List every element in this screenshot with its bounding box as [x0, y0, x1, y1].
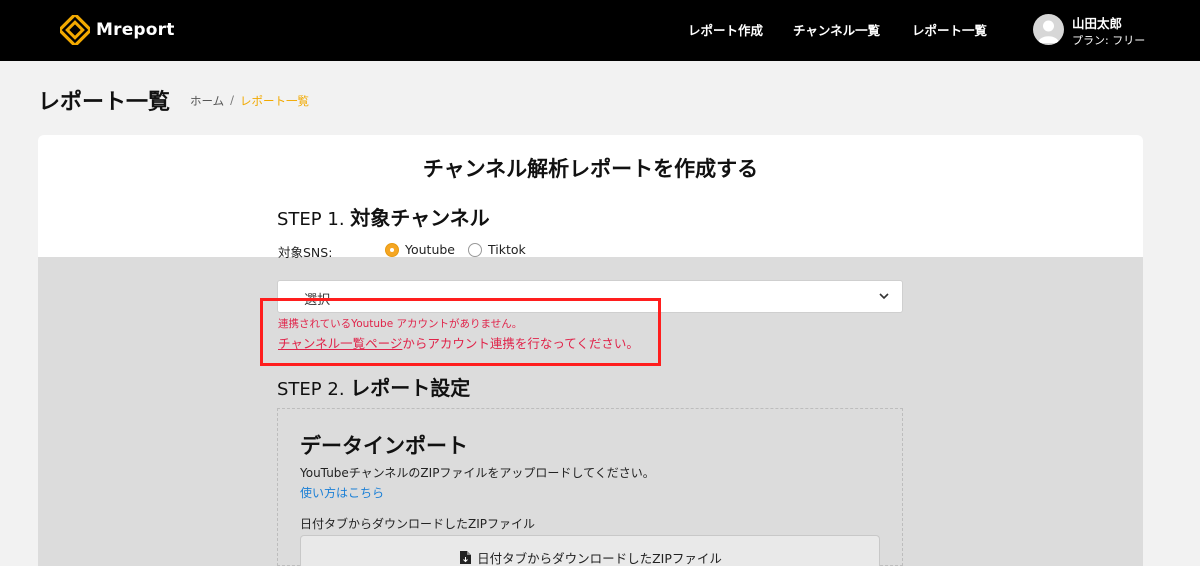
- logo-text: Mreport: [96, 20, 175, 40]
- card-title: チャンネル解析レポートを作成する: [422, 157, 759, 181]
- page-title: レポート一覧: [38, 90, 171, 115]
- breadcrumb-home[interactable]: ホーム: [190, 93, 224, 109]
- user-plan: プラン: フリー: [1072, 34, 1146, 47]
- error-instruction-text: からアカウント連携を行なってください。: [402, 336, 639, 351]
- radio-tiktok[interactable]: [468, 243, 482, 257]
- breadcrumb-separator: /: [230, 93, 235, 107]
- step1-title: 対象チャンネル: [350, 206, 490, 230]
- nav-report-list[interactable]: レポート一覧: [912, 20, 987, 40]
- radio-youtube-label[interactable]: Youtube: [405, 242, 455, 257]
- error-message: 連携されているYoutube アカウントがありません。: [278, 318, 523, 330]
- user-icon: [1038, 20, 1059, 43]
- step2-title: レポート設定: [350, 376, 471, 400]
- sns-label: 対象SNS:: [278, 245, 333, 260]
- channel-list-link[interactable]: チャンネル一覧ページ: [278, 336, 402, 351]
- avatar[interactable]: [1033, 14, 1064, 45]
- nav-channel-list[interactable]: チャンネル一覧: [793, 20, 880, 40]
- logo-icon: [60, 15, 90, 45]
- nav-create-report[interactable]: レポート作成: [688, 20, 763, 40]
- breadcrumb: ホーム / レポート一覧: [190, 93, 309, 109]
- breadcrumb-current: レポート一覧: [240, 94, 310, 108]
- import-description: YouTubeチャンネルのZIPファイルをアップロードしてください。: [300, 466, 655, 480]
- step2-heading: STEP 2. レポート設定: [277, 372, 470, 401]
- logo[interactable]: Mreport: [60, 15, 175, 45]
- zip-upload-button-label: 日付タブからダウンロードしたZIPファイル: [477, 551, 722, 566]
- error-instruction: チャンネル一覧ページからアカウント連携を行なってください。: [278, 333, 639, 352]
- step1-number: STEP 1.: [277, 209, 345, 230]
- import-title: データインポート: [300, 434, 468, 458]
- radio-tiktok-label[interactable]: Tiktok: [488, 242, 526, 257]
- file-icon: [460, 551, 472, 564]
- chevron-down-icon: [879, 293, 889, 300]
- radio-youtube[interactable]: [385, 243, 399, 257]
- zip-field-label: 日付タブからダウンロードしたZIPファイル: [300, 517, 535, 531]
- top-navbar: Mreport レポート作成 チャンネル一覧 レポート一覧 山田太郎 プラン: …: [0, 0, 1200, 61]
- user-name[interactable]: 山田太郎: [1072, 13, 1122, 32]
- step1-heading: STEP 1. 対象チャンネル: [277, 202, 490, 231]
- step2-number: STEP 2.: [277, 379, 345, 400]
- howto-link[interactable]: 使い方はこちら: [300, 484, 384, 501]
- zip-upload-button[interactable]: 日付タブからダウンロードしたZIPファイル: [300, 535, 880, 566]
- error-highlight-box: [260, 298, 661, 366]
